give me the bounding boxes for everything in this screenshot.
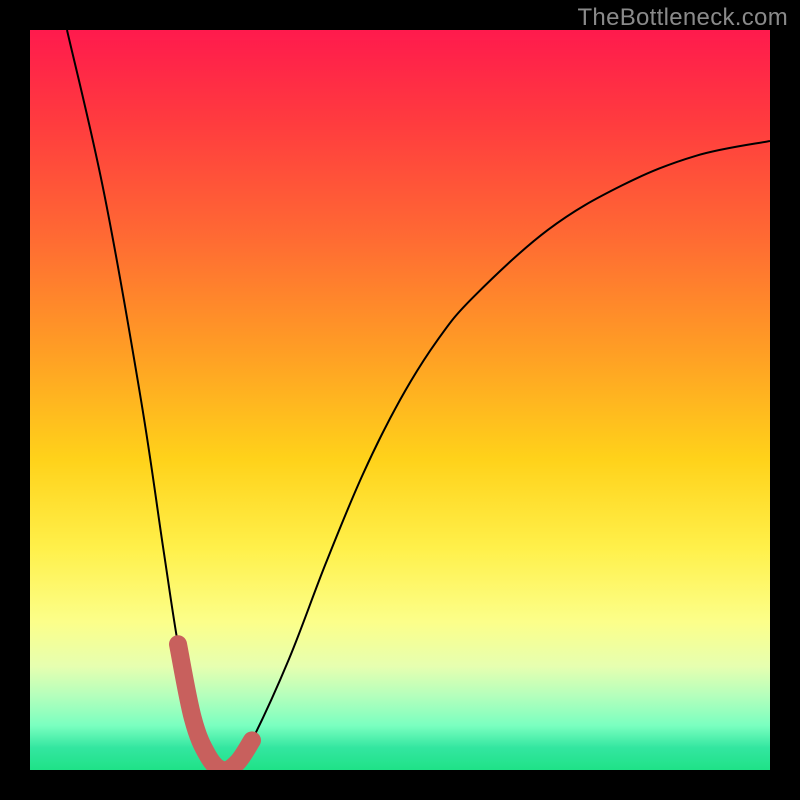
watermark-text: TheBottleneck.com [577,4,788,32]
curve-svg [30,30,770,770]
chart-frame: TheBottleneck.com [0,0,800,800]
plot-area [30,30,770,770]
highlight-valley [178,644,252,770]
